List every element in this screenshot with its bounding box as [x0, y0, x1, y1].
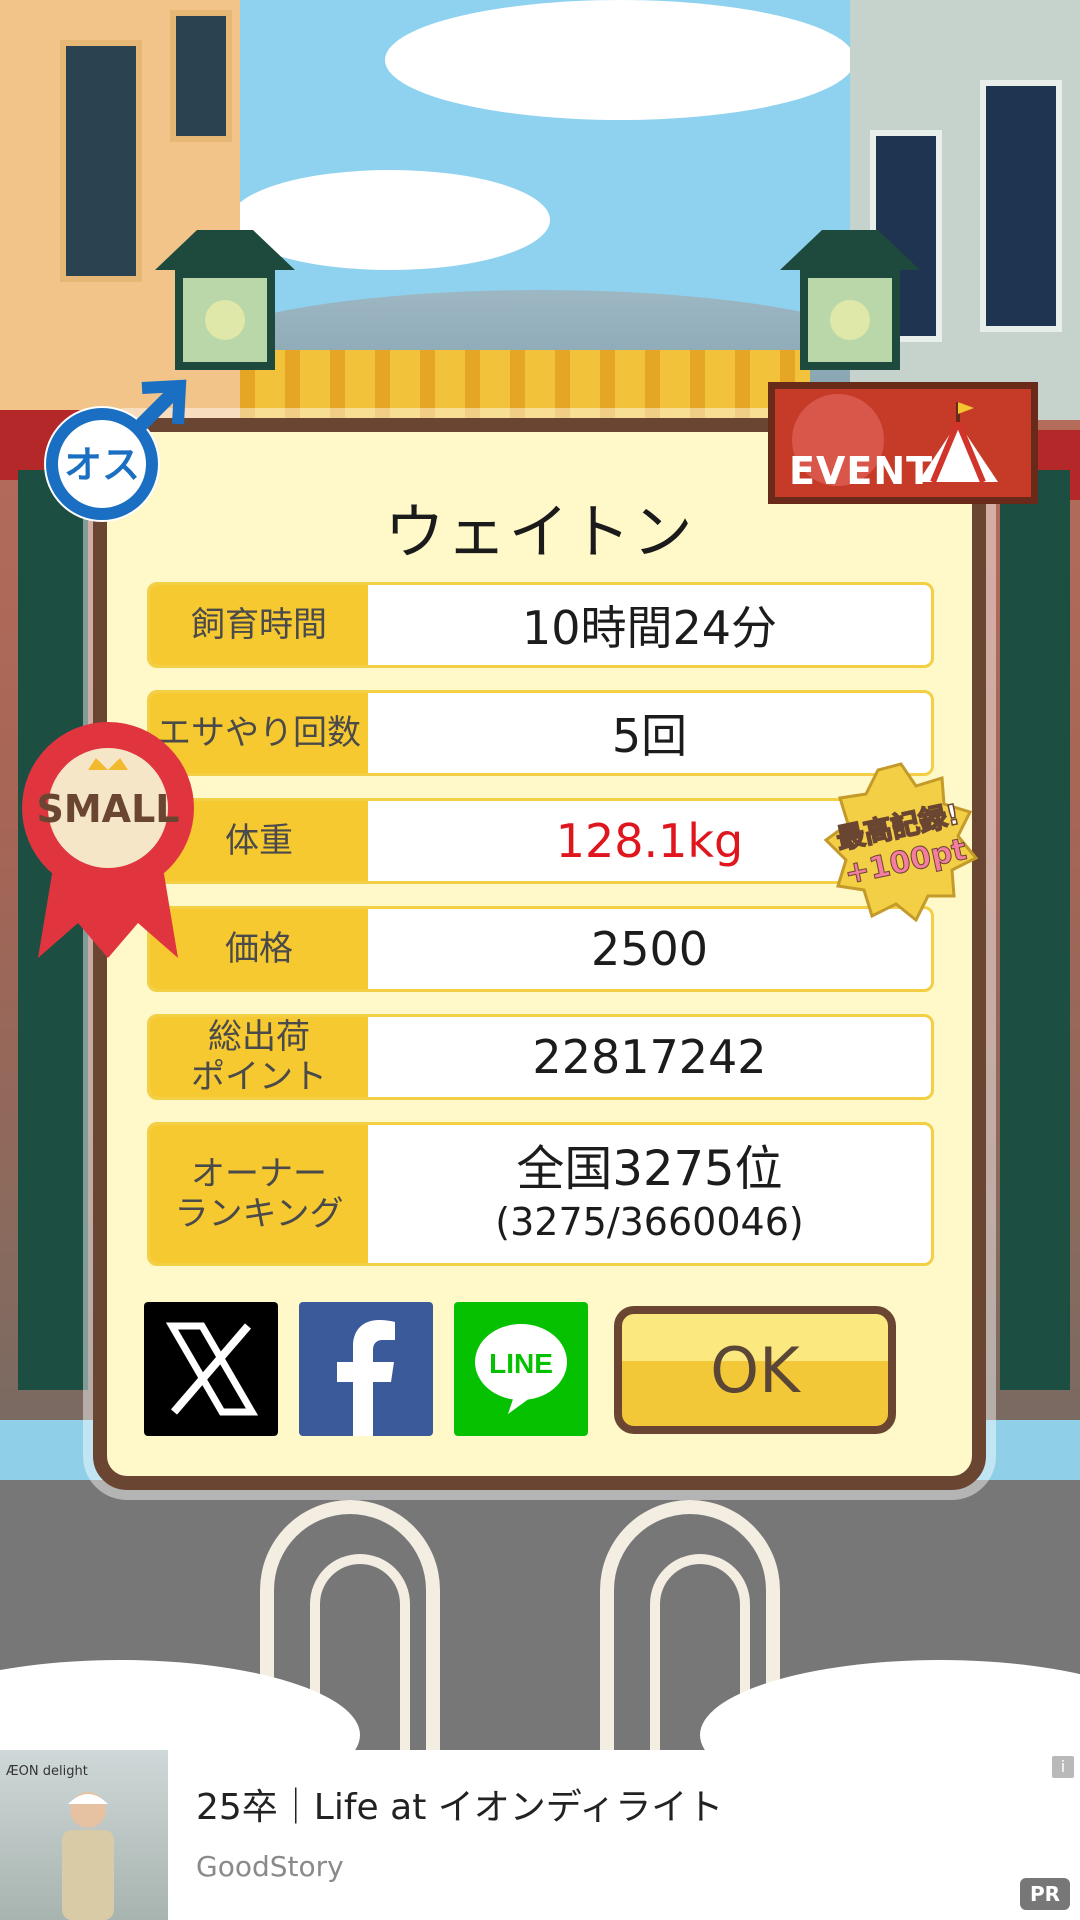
record-starburst-icon: 最高記録! +100pt: [823, 762, 979, 922]
ranking-value: 全国3275位 (3275/3660046): [368, 1125, 931, 1263]
stat-row-owner-ranking: オーナー ランキング 全国3275位 (3275/3660046): [147, 1122, 934, 1266]
line-logo-icon: LINE: [475, 1324, 567, 1414]
ranking-national: 全国3275位: [516, 1141, 783, 1197]
pillar: [1000, 470, 1070, 1390]
stat-label: オーナー ランキング: [150, 1125, 368, 1263]
event-badge[interactable]: EVENT: [768, 382, 1038, 504]
ad-title[interactable]: 25卒｜Life at イオンディライト: [196, 1778, 723, 1830]
worker-person-icon: [62, 1792, 114, 1920]
ad-banner[interactable]: ÆON delight 25卒｜Life at イオンディライト GoodSto…: [0, 1750, 1080, 1920]
share-line-button[interactable]: LINE: [454, 1302, 588, 1436]
stat-row-weight: 体重 128.1kg: [147, 798, 934, 884]
ad-brand-logo: ÆON delight: [6, 1764, 88, 1779]
x-logo-icon: [165, 1322, 259, 1416]
ad-source: GoodStory: [196, 1850, 344, 1883]
ranking-detail: (3275/3660046): [495, 1200, 804, 1244]
stat-row-feed-count: エサやり回数 5回: [147, 690, 934, 776]
stat-value: 10時間24分: [521, 601, 778, 655]
ok-button[interactable]: OK: [614, 1306, 896, 1434]
stat-row-price: 価格 2500: [147, 906, 934, 992]
ad-pr-badge: PR: [1020, 1878, 1070, 1910]
stat-row-breeding-time: 飼育時間 10時間24分: [147, 582, 934, 668]
size-ribbon-icon: SMALL: [22, 722, 194, 958]
ad-image[interactable]: ÆON delight: [0, 1750, 168, 1920]
svg-text:SMALL: SMALL: [36, 787, 179, 831]
share-x-button[interactable]: [144, 1302, 278, 1436]
stat-value: 22817242: [532, 1030, 767, 1084]
stat-label: 総出荷 ポイント: [150, 1017, 368, 1097]
share-facebook-button[interactable]: [299, 1302, 433, 1436]
tree-line: [210, 350, 810, 420]
male-gender-icon: オス: [44, 379, 187, 522]
facebook-logo-icon: [337, 1320, 395, 1436]
cloud: [385, 0, 855, 120]
svg-text:オス: オス: [64, 443, 140, 487]
ad-info-icon[interactable]: i: [1052, 1756, 1074, 1778]
stat-label: 飼育時間: [150, 585, 368, 665]
event-label: EVENT: [789, 449, 934, 493]
svg-text:LINE: LINE: [489, 1348, 553, 1379]
stat-row-total-points: 総出荷 ポイント 22817242: [147, 1014, 934, 1100]
